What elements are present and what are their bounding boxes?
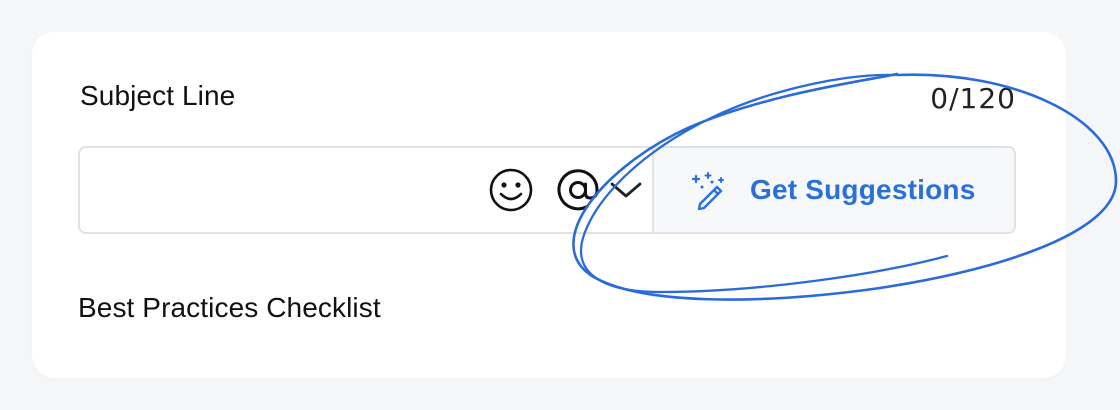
magic-wand-icon <box>691 172 724 210</box>
chevron-down-icon <box>610 182 642 198</box>
mention-button[interactable] <box>552 148 604 232</box>
subject-input[interactable] <box>80 148 480 232</box>
at-sign-icon <box>557 169 599 211</box>
best-practices-heading: Best Practices Checklist <box>78 292 381 323</box>
emoji-button[interactable] <box>480 148 542 232</box>
subject-line-label: Subject Line <box>80 80 236 111</box>
get-suggestions-button[interactable]: Get Suggestions <box>652 148 1014 232</box>
subject-field: Get Suggestions <box>78 146 1016 234</box>
mention-dropdown-button[interactable] <box>604 148 648 232</box>
get-suggestions-label: Get Suggestions <box>750 174 976 205</box>
smiley-face-icon <box>489 168 533 212</box>
stage: Subject Line 0/120 Get Suggestions Best … <box>0 0 1120 410</box>
character-counter: 0/120 <box>930 82 1016 115</box>
